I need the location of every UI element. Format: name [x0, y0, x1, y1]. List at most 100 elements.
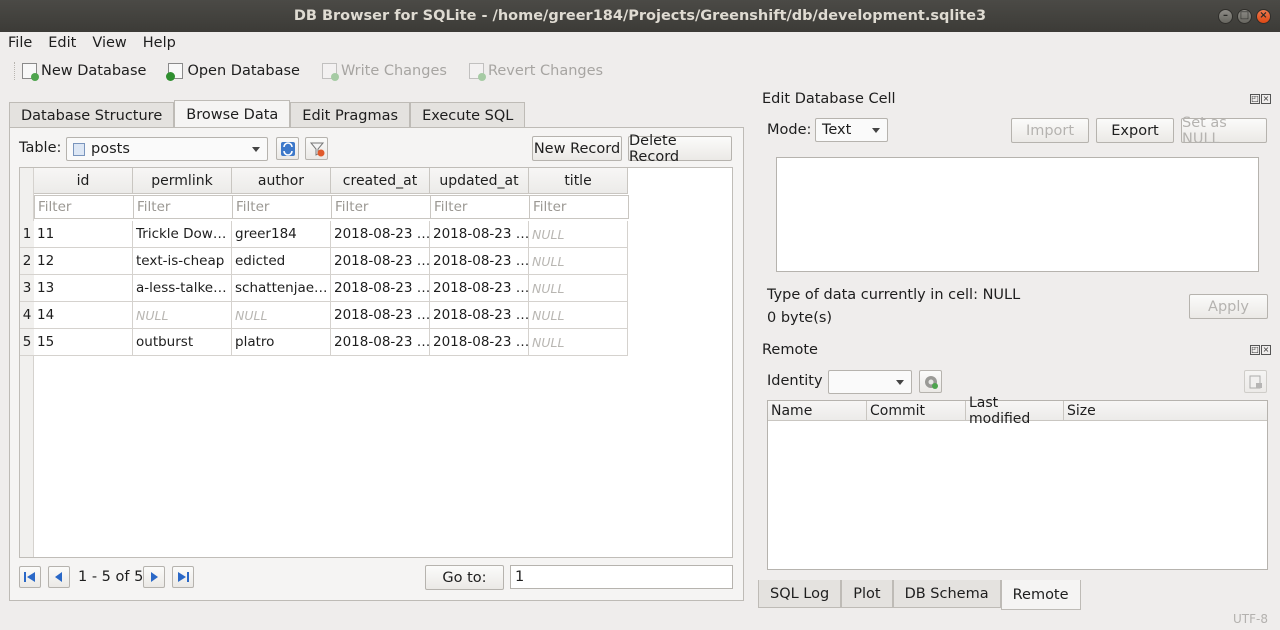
cell-created-at[interactable]: 2018-08-23 …: [331, 329, 430, 356]
cell-updated-at[interactable]: 2018-08-23 …: [430, 329, 529, 356]
cell-id[interactable]: 11: [34, 221, 133, 248]
apply-button[interactable]: Apply: [1189, 294, 1268, 319]
export-button[interactable]: Export: [1096, 118, 1174, 143]
cell-title[interactable]: NULL: [529, 302, 628, 329]
tab-db-schema[interactable]: DB Schema: [892, 580, 1001, 608]
cell-updated-at[interactable]: 2018-08-23 …: [430, 248, 529, 275]
cell-updated-at[interactable]: 2018-08-23 …: [430, 302, 529, 329]
set-null-button[interactable]: Set as NULL: [1181, 115, 1267, 147]
row-number[interactable]: 4: [20, 302, 34, 329]
cell-created-at[interactable]: 2018-08-23 …: [331, 221, 430, 248]
next-page-button[interactable]: [143, 566, 165, 588]
filter-input-id[interactable]: Filter: [34, 195, 134, 219]
close-dock-icon[interactable]: ×: [1261, 94, 1271, 104]
column-header-author[interactable]: author: [232, 168, 331, 194]
new-record-button[interactable]: New Record: [532, 136, 622, 161]
write-changes-button[interactable]: Write Changes: [321, 63, 447, 81]
row-number[interactable]: 3: [20, 275, 34, 302]
remote-column-name[interactable]: Name: [768, 401, 867, 420]
identity-settings-button[interactable]: [919, 370, 942, 393]
open-database-button[interactable]: Open Database: [166, 63, 300, 81]
cell-created-at[interactable]: 2018-08-23 …: [331, 275, 430, 302]
cell-permlink[interactable]: a-less-talke…: [133, 275, 232, 302]
column-header-title[interactable]: title: [529, 168, 628, 194]
table-row[interactable]: 2 12 text-is-cheap edicted 2018-08-23 … 2018-…: [20, 248, 628, 275]
tab-database-structure[interactable]: Database Structure: [9, 102, 175, 128]
tab-plot[interactable]: Plot: [841, 580, 893, 608]
table-select[interactable]: posts: [66, 137, 268, 161]
table-row[interactable]: 1 11 Trickle Dow… greer184 2018-08-23 … 2018-…: [20, 221, 628, 248]
goto-button[interactable]: Go to:: [425, 565, 504, 590]
filter-input-author[interactable]: Filter: [232, 195, 332, 219]
cell-permlink[interactable]: NULL: [133, 302, 232, 329]
cell-editor[interactable]: [776, 157, 1259, 272]
column-header-created-at[interactable]: created_at: [331, 168, 430, 194]
remote-file-list[interactable]: Name Commit Last modified Size: [767, 395, 1268, 570]
menu-help[interactable]: Help: [135, 35, 184, 51]
cell-permlink[interactable]: text-is-cheap: [133, 248, 232, 275]
menu-view[interactable]: View: [84, 35, 134, 51]
clear-filters-button[interactable]: [305, 137, 328, 160]
filter-input-permlink[interactable]: Filter: [133, 195, 233, 219]
cell-title[interactable]: NULL: [529, 329, 628, 356]
remote-column-size[interactable]: Size: [1064, 401, 1267, 420]
cell-id[interactable]: 12: [34, 248, 133, 275]
import-button[interactable]: Import: [1011, 118, 1089, 143]
cell-updated-at[interactable]: 2018-08-23 …: [430, 275, 529, 302]
first-page-button[interactable]: [19, 566, 41, 588]
column-header-id[interactable]: id: [34, 168, 133, 194]
last-page-button[interactable]: [172, 566, 194, 588]
remote-column-commit[interactable]: Commit: [867, 401, 966, 420]
close-button[interactable]: ×: [1256, 9, 1271, 24]
tab-execute-sql[interactable]: Execute SQL: [410, 102, 526, 128]
cell-created-at[interactable]: 2018-08-23 …: [331, 248, 430, 275]
table-row[interactable]: 5 15 outburst platro 2018-08-23 … 2018-08-23 …: [20, 329, 628, 356]
tab-browse-data[interactable]: Browse Data: [174, 100, 291, 128]
cell-title[interactable]: NULL: [529, 221, 628, 248]
cell-author[interactable]: greer184: [232, 221, 331, 248]
filter-input-updated-at[interactable]: Filter: [430, 195, 530, 219]
cell-updated-at[interactable]: 2018-08-23 …: [430, 221, 529, 248]
cell-author[interactable]: NULL: [232, 302, 331, 329]
mode-select[interactable]: Text: [815, 118, 888, 142]
float-dock-icon[interactable]: ◰: [1250, 94, 1260, 104]
column-header-permlink[interactable]: permlink: [133, 168, 232, 194]
row-number[interactable]: 2: [20, 248, 34, 275]
cell-permlink[interactable]: outburst: [133, 329, 232, 356]
menu-file[interactable]: File: [0, 35, 40, 51]
identity-select[interactable]: [828, 370, 912, 394]
new-database-button[interactable]: New Database: [22, 63, 146, 81]
data-grid[interactable]: id permlink author created_at updated_at…: [19, 167, 733, 558]
goto-input[interactable]: 1: [510, 565, 733, 589]
remote-column-last-modified[interactable]: Last modified: [966, 395, 1064, 427]
tab-remote[interactable]: Remote: [1000, 580, 1081, 610]
tab-edit-pragmas[interactable]: Edit Pragmas: [290, 102, 411, 128]
cell-author[interactable]: edicted: [232, 248, 331, 275]
cell-created-at[interactable]: 2018-08-23 …: [331, 302, 430, 329]
filter-input-created-at[interactable]: Filter: [331, 195, 431, 219]
table-row[interactable]: 4 14 NULL NULL 2018-08-23 … 2018-08-23 … NULL: [20, 302, 628, 329]
push-button[interactable]: [1244, 370, 1267, 393]
row-number[interactable]: 5: [20, 329, 34, 356]
maximize-button[interactable]: □: [1237, 9, 1252, 24]
tab-sql-log[interactable]: SQL Log: [758, 580, 842, 608]
row-number[interactable]: 1: [20, 221, 34, 248]
delete-record-button[interactable]: Delete Record: [628, 133, 732, 165]
cell-id[interactable]: 15: [34, 329, 133, 356]
refresh-button[interactable]: [276, 137, 299, 160]
float-dock-icon[interactable]: ◰: [1250, 345, 1260, 355]
toolbar-handle[interactable]: [14, 62, 16, 80]
cell-author[interactable]: schattenjae…: [232, 275, 331, 302]
menu-edit[interactable]: Edit: [40, 35, 84, 51]
table-row[interactable]: 3 13 a-less-talke… schattenjae… 2018-08-23 ……: [20, 275, 628, 302]
filter-input-title[interactable]: Filter: [529, 195, 629, 219]
cell-title[interactable]: NULL: [529, 275, 628, 302]
cell-id[interactable]: 13: [34, 275, 133, 302]
revert-changes-button[interactable]: Revert Changes: [468, 63, 603, 81]
cell-permlink[interactable]: Trickle Dow…: [133, 221, 232, 248]
cell-id[interactable]: 14: [34, 302, 133, 329]
minimize-button[interactable]: –: [1218, 9, 1233, 24]
close-dock-icon[interactable]: ×: [1261, 345, 1271, 355]
previous-page-button[interactable]: [48, 566, 70, 588]
cell-title[interactable]: NULL: [529, 248, 628, 275]
